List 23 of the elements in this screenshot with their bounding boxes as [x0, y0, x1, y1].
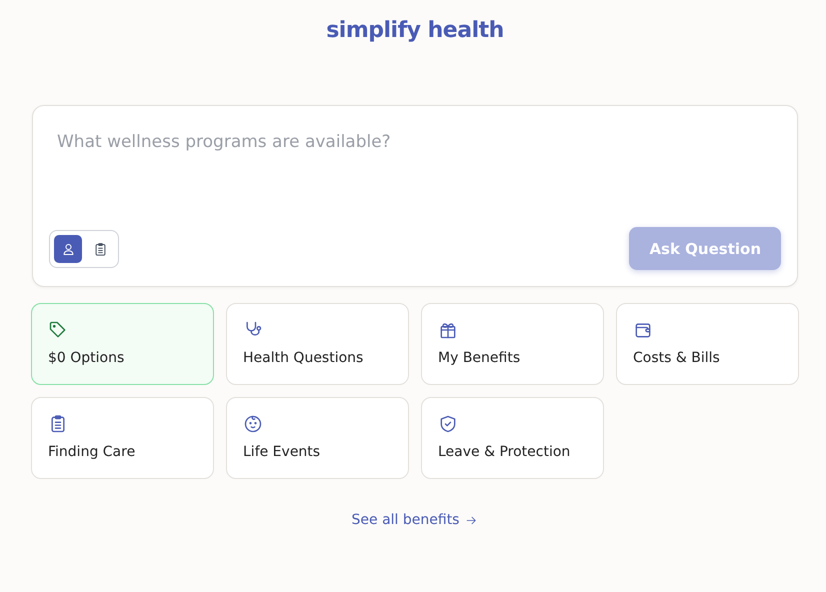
category-label: Finding Care: [48, 444, 136, 460]
category-label: Costs & Bills: [633, 350, 721, 366]
category-card[interactable]: Costs & Bills: [616, 303, 799, 385]
see-all-link[interactable]: See all benefits: [352, 512, 478, 528]
tag-icon: [48, 320, 68, 340]
person-icon: [60, 242, 76, 256]
category-card[interactable]: Health Questions: [226, 303, 409, 385]
category-label: My Benefits: [438, 350, 522, 366]
question-field[interactable]: What wellness programs are available?: [49, 132, 665, 152]
baby-face-icon: [243, 414, 263, 434]
category-card[interactable]: Finding Care: [31, 397, 214, 479]
category-label: Leave & Protection: [438, 444, 572, 460]
category-card[interactable]: Leave & Protection: [421, 397, 604, 479]
shield-check-icon: [438, 414, 458, 434]
category-card[interactable]: My Benefits: [421, 303, 604, 385]
mode-toggle[interactable]: [54, 235, 82, 263]
category-label: $0 Options: [48, 350, 126, 366]
category-label: Life Events: [243, 444, 322, 460]
category-label: Health Questions: [243, 350, 364, 366]
logo-text: simplify health: [326, 18, 504, 45]
category-card[interactable]: Life Events: [226, 397, 409, 479]
category-card[interactable]: $0 Options: [31, 303, 214, 385]
clipboard-icon: [92, 242, 108, 256]
